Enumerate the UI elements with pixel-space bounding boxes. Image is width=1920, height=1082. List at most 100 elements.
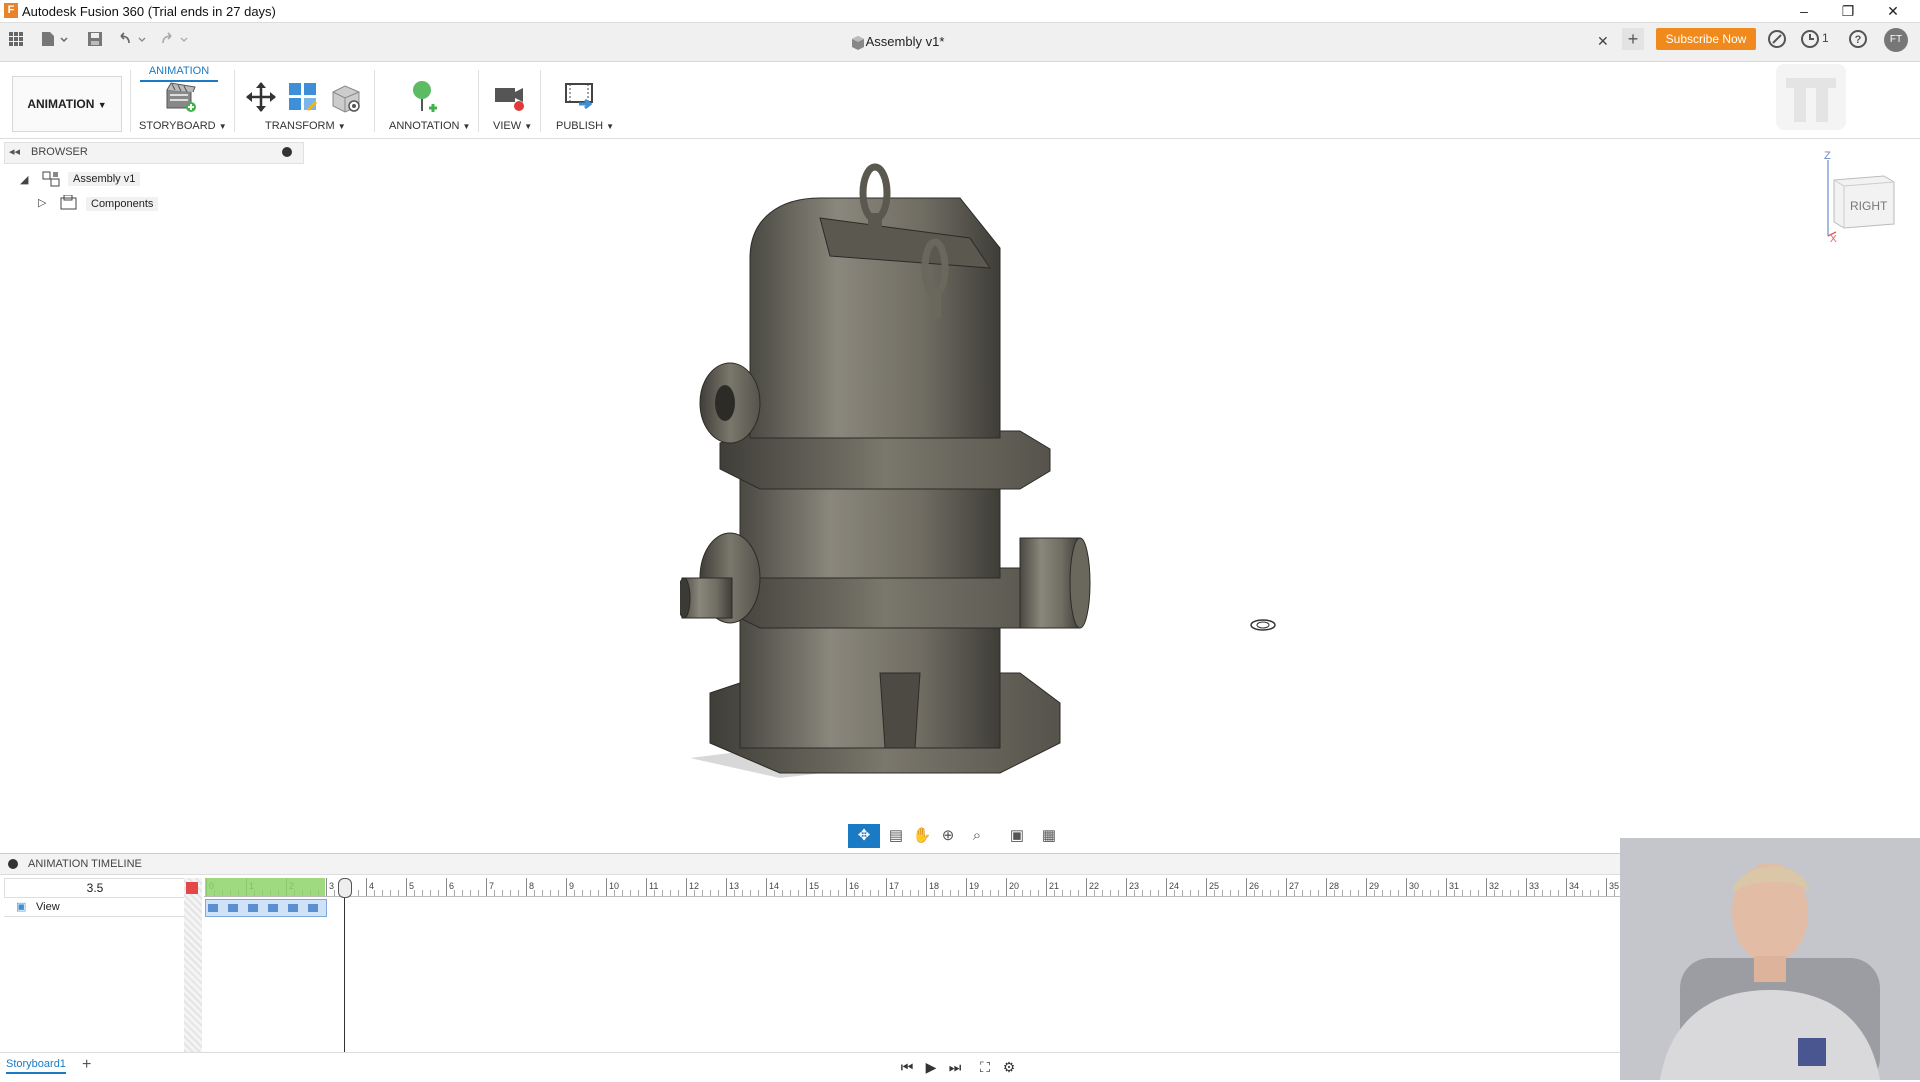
ruler-tick-label: 7	[489, 881, 495, 891]
ruler-minor-tick	[590, 890, 591, 896]
ruler-minor-tick	[1182, 890, 1183, 896]
ruler-tick	[1126, 878, 1127, 896]
ruler-tick	[966, 878, 967, 896]
tab-animation[interactable]: ANIMATION	[140, 62, 218, 82]
ruler-tick	[726, 878, 727, 896]
move-icon[interactable]	[244, 80, 278, 114]
job-status-icon[interactable]	[1800, 29, 1820, 54]
pan-hand-icon[interactable]: ✋	[910, 824, 934, 848]
ruler-minor-tick	[1158, 890, 1159, 896]
annotation-menu[interactable]: ANNOTATION ▼	[389, 120, 470, 132]
settings-gear-icon[interactable]: ⚙	[998, 1057, 1020, 1077]
record-view-icon[interactable]	[493, 80, 527, 114]
grid-settings-icon[interactable]: ▦	[1034, 824, 1064, 848]
timeline-start-marker-icon[interactable]	[186, 882, 198, 894]
app-grid-icon[interactable]	[5, 31, 27, 53]
storyboard-tab[interactable]: Storyboard1	[6, 1058, 66, 1074]
viewcube[interactable]: Z X RIGHT	[1822, 150, 1898, 253]
viewcube-face-right[interactable]: RIGHT	[1850, 199, 1887, 213]
animation-timeline: ANIMATION TIMELINE 3.5 ▣ View 0123456789…	[0, 853, 1639, 1082]
transform-label: TRANSFORM	[265, 120, 335, 132]
publish-menu[interactable]: PUBLISH ▼	[556, 120, 614, 132]
ruler-tick	[1366, 878, 1367, 896]
ruler-tick	[1246, 878, 1247, 896]
ruler-minor-tick	[1190, 890, 1191, 896]
add-storyboard-button[interactable]: +	[82, 1056, 91, 1074]
ruler-minor-tick	[1470, 890, 1471, 896]
tree-item-components[interactable]: Components	[86, 197, 159, 211]
restore-button[interactable]: ❐	[1834, 1, 1862, 21]
ruler-tick-label: 26	[1249, 881, 1260, 891]
ruler-minor-tick	[1118, 890, 1119, 896]
view-menu[interactable]: VIEW ▼	[493, 120, 532, 132]
skip-to-end-icon[interactable]: ⏭	[944, 1057, 966, 1077]
close-document-icon[interactable]: ✕	[1597, 33, 1609, 50]
transform-menu[interactable]: TRANSFORM ▼	[265, 120, 346, 132]
expand-root-icon[interactable]: ◢	[20, 173, 28, 186]
timeline-title: ANIMATION TIMELINE	[28, 858, 142, 870]
ruler-minor-tick	[998, 890, 999, 896]
ruler-minor-tick	[1502, 890, 1503, 896]
ruler-tick	[366, 878, 367, 896]
tree-item-assembly[interactable]: Assembly v1	[68, 172, 141, 186]
ruler-minor-tick	[1230, 890, 1231, 896]
orbit-tool-icon[interactable]: ✥	[848, 824, 880, 848]
browser-toggle-icon[interactable]	[282, 147, 292, 157]
ruler-tick-label: 30	[1409, 881, 1420, 891]
ruler-tick-label: 31	[1449, 881, 1460, 891]
file-menu-icon[interactable]	[38, 31, 72, 53]
ruler-minor-tick	[470, 890, 471, 896]
play-icon[interactable]: ▶	[920, 1057, 942, 1077]
ruler-minor-tick	[1278, 890, 1279, 896]
workspace-switcher[interactable]: ANIMATION ▼	[12, 76, 122, 132]
ruler-minor-tick	[1318, 890, 1319, 896]
components-folder-icon	[60, 194, 78, 216]
ruler-tick-label: 32	[1489, 881, 1500, 891]
ruler-minor-tick	[598, 890, 599, 896]
look-at-icon[interactable]: ▤	[884, 824, 908, 848]
ruler-minor-tick	[382, 890, 383, 896]
help-icon[interactable]: ?	[1848, 29, 1868, 54]
storyboard-menu[interactable]: STORYBOARD ▼	[139, 120, 227, 132]
create-callout-icon[interactable]	[408, 80, 442, 114]
zoom-icon[interactable]: ⊕	[936, 824, 960, 848]
track-view[interactable]: ▣ View	[4, 898, 184, 917]
subscribe-now-button[interactable]: Subscribe Now	[1656, 28, 1756, 50]
timeline-ruler[interactable]: 0123456789101112131415161718192021222324…	[204, 878, 1639, 897]
ruler-minor-tick	[782, 890, 783, 896]
extensions-icon[interactable]	[1767, 29, 1787, 54]
fit-zoom-icon[interactable]: ⌕	[962, 824, 992, 848]
new-storyboard-icon[interactable]	[164, 80, 198, 114]
new-tab-button[interactable]: +	[1622, 28, 1644, 50]
ruler-tick	[446, 878, 447, 896]
chevron-down-icon: ▼	[97, 100, 107, 110]
publish-video-icon[interactable]	[563, 80, 597, 114]
display-settings-icon[interactable]: ▣	[1002, 824, 1032, 848]
ruler-tick-label: 28	[1329, 881, 1340, 891]
minimize-button[interactable]: –	[1790, 1, 1818, 21]
pi-logo-watermark	[1774, 62, 1848, 132]
document-tab[interactable]: Assembly v1* ✕	[195, 26, 1615, 60]
collapse-browser-icon[interactable]: ◂◂	[9, 145, 20, 158]
ruler-minor-tick	[1542, 890, 1543, 896]
expand-components-icon[interactable]: ▷	[38, 196, 46, 209]
timeline-toggle-icon[interactable]	[8, 859, 18, 869]
gearbox-model[interactable]	[677, 158, 1120, 823]
transform-components-icon[interactable]	[286, 80, 320, 114]
user-avatar[interactable]: FT	[1884, 28, 1908, 52]
playhead-handle[interactable]	[338, 878, 352, 898]
close-window-button[interactable]: ✕	[1879, 1, 1907, 21]
ruler-minor-tick	[1102, 890, 1103, 896]
ruler-minor-tick	[710, 890, 711, 896]
undo-icon[interactable]	[116, 31, 152, 53]
fullscreen-icon[interactable]: ⛶	[974, 1057, 996, 1077]
skip-to-start-icon[interactable]: ⏮	[896, 1057, 918, 1077]
ruler-minor-tick	[1270, 890, 1271, 896]
view-keyframes-bar[interactable]	[205, 899, 327, 917]
current-time-field[interactable]: 3.5	[4, 878, 186, 898]
ruler-minor-tick	[478, 890, 479, 896]
save-icon[interactable]	[84, 31, 106, 53]
ruler-minor-tick	[1302, 890, 1303, 896]
redo-icon[interactable]	[158, 31, 194, 53]
toggle-visibility-icon[interactable]	[329, 80, 363, 114]
